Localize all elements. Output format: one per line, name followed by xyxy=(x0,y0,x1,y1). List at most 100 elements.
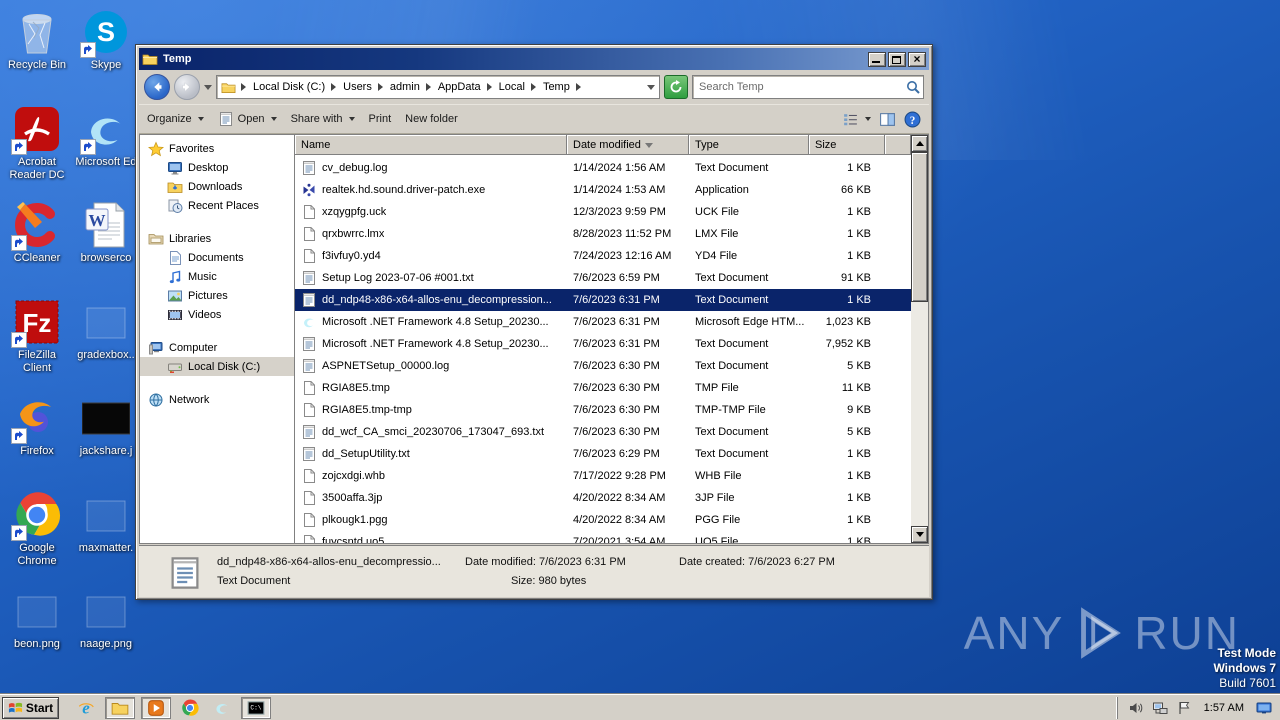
watermark-os: Windows 7 xyxy=(1213,661,1276,676)
network-icon[interactable] xyxy=(1152,700,1168,716)
breadcrumb-segment[interactable]: Local xyxy=(497,81,541,93)
search-input[interactable] xyxy=(699,81,905,93)
nav-item[interactable]: Documents xyxy=(140,248,294,267)
nav-item[interactable]: Recent Places xyxy=(140,196,294,215)
file-row[interactable]: dd_wcf_CA_smci_20230706_173047_693.txt 7… xyxy=(295,421,911,443)
file-row[interactable]: 3500affa.3jp 4/20/2022 8:34 AM 3JP File … xyxy=(295,487,911,509)
file-row[interactable]: plkougk1.pgg 4/20/2022 8:34 AM PGG File … xyxy=(295,509,911,531)
column-header-date-modified[interactable]: Date modified xyxy=(567,135,689,155)
taskbar-app-button[interactable] xyxy=(177,697,203,719)
file-row[interactable]: cv_debug.log 1/14/2024 1:56 AM Text Docu… xyxy=(295,157,911,179)
breadcrumb-segment[interactable]: admin xyxy=(388,81,436,93)
desktop-icon[interactable]: beon.png xyxy=(4,587,70,681)
action-center-flag-icon[interactable] xyxy=(1176,700,1192,716)
file-type: 3JP File xyxy=(689,492,809,504)
file-row[interactable]: xzqygpfg.uck 12/3/2023 9:59 PM UCK File … xyxy=(295,201,911,223)
scroll-down-button[interactable] xyxy=(911,526,928,543)
minimize-button[interactable] xyxy=(868,52,886,67)
shortcut-arrow-icon xyxy=(11,525,27,541)
back-button[interactable] xyxy=(144,74,170,100)
vertical-scrollbar[interactable] xyxy=(911,135,928,543)
nav-item[interactable]: Local Disk (C:) xyxy=(140,357,294,376)
title-bar[interactable]: Temp × xyxy=(139,48,929,70)
desktop-icon[interactable]: Skype xyxy=(73,8,139,102)
file-type: Text Document xyxy=(689,360,809,372)
nav-item[interactable]: Videos xyxy=(140,305,294,324)
views-button[interactable] xyxy=(842,111,871,128)
desktop-icon[interactable]: maxmatter. xyxy=(73,491,139,585)
forward-button[interactable] xyxy=(174,74,200,100)
file-row[interactable]: RGIA8E5.tmp-tmp 7/6/2023 6:30 PM TMP-TMP… xyxy=(295,399,911,421)
nav-item[interactable]: Favorites xyxy=(140,139,294,158)
preview-pane-button[interactable] xyxy=(879,111,896,128)
desktop-icon[interactable]: Recycle Bin xyxy=(4,8,70,102)
scroll-thumb[interactable] xyxy=(911,152,928,302)
start-button[interactable]: Start xyxy=(2,697,59,719)
nav-item[interactable]: Computer xyxy=(140,338,294,357)
share-with-button[interactable]: Share with xyxy=(291,113,355,125)
nav-item[interactable]: Music xyxy=(140,267,294,286)
desktop-icon[interactable]: browserco xyxy=(73,201,139,295)
close-button[interactable]: × xyxy=(908,52,926,67)
desktop-icon[interactable]: Firefox xyxy=(4,394,70,488)
nav-item[interactable]: Downloads xyxy=(140,177,294,196)
help-button[interactable] xyxy=(904,111,921,128)
nav-item[interactable]: Pictures xyxy=(140,286,294,305)
refresh-button[interactable] xyxy=(664,75,688,99)
desktop-icon[interactable]: Microsoft Ed xyxy=(73,105,139,199)
show-desktop-icon[interactable] xyxy=(1256,700,1272,716)
desktop-icon[interactable]: CCleaner xyxy=(4,201,70,295)
file-type: Text Document xyxy=(689,162,809,174)
taskbar-app-button[interactable] xyxy=(241,697,271,719)
desktop-icon[interactable]: jackshare.j xyxy=(73,394,139,488)
scroll-up-button[interactable] xyxy=(911,135,928,152)
file-row[interactable]: dd_ndp48-x86-x64-allos-enu_decompression… xyxy=(295,289,911,311)
file-row[interactable]: zojcxdgi.whb 7/17/2022 9:28 PM WHB File … xyxy=(295,465,911,487)
file-row[interactable]: RGIA8E5.tmp 7/6/2023 6:30 PM TMP File 11… xyxy=(295,377,911,399)
desktop-icon[interactable]: gradexbox.. xyxy=(73,298,139,392)
recent-pages-dropdown-icon[interactable] xyxy=(204,85,212,90)
search-box[interactable] xyxy=(692,75,924,99)
file-row[interactable]: Setup Log 2023-07-06 #001.txt 7/6/2023 6… xyxy=(295,267,911,289)
print-button[interactable]: Print xyxy=(369,113,392,125)
desktop-icon[interactable]: Acrobat Reader DC xyxy=(4,105,70,199)
taskbar-app-button[interactable] xyxy=(209,697,235,719)
breadcrumb-label: Users xyxy=(343,81,372,93)
file-row[interactable]: Microsoft .NET Framework 4.8 Setup_20230… xyxy=(295,311,911,333)
new-folder-button[interactable]: New folder xyxy=(405,113,458,125)
desktop-icon[interactable]: Google Chrome xyxy=(4,491,70,585)
column-header-size[interactable]: Size xyxy=(809,135,885,155)
breadcrumb-segment[interactable]: AppData xyxy=(436,81,497,93)
column-header-name[interactable]: Name xyxy=(295,135,567,155)
file-type: Text Document xyxy=(689,338,809,350)
volume-icon[interactable] xyxy=(1128,700,1144,716)
file-row[interactable]: realtek.hd.sound.driver-patch.exe 1/14/2… xyxy=(295,179,911,201)
nav-item[interactable]: Desktop xyxy=(140,158,294,177)
breadcrumb-segment[interactable]: Local Disk (C:) xyxy=(251,81,341,93)
column-header-type[interactable]: Type xyxy=(689,135,809,155)
clock[interactable]: 1:57 AM xyxy=(1204,702,1244,714)
file-row[interactable]: f3ivfuy0.yd4 7/24/2023 12:16 AM YD4 File… xyxy=(295,245,911,267)
maximize-button[interactable] xyxy=(888,52,906,67)
nav-item[interactable]: Network xyxy=(140,390,294,409)
file-row[interactable]: fuycsntd.uo5 7/20/2021 3:54 AM UO5 File … xyxy=(295,531,911,543)
file-row[interactable]: ASPNETSetup_00000.log 7/6/2023 6:30 PM T… xyxy=(295,355,911,377)
nav-item-label: Computer xyxy=(169,342,217,354)
breadcrumb-segment[interactable]: Temp xyxy=(541,81,586,93)
open-button[interactable]: Open xyxy=(218,111,277,127)
file-row[interactable]: qrxbwrrc.lmx 8/28/2023 11:52 PM LMX File… xyxy=(295,223,911,245)
desktop-icon[interactable]: naage.png xyxy=(73,587,139,681)
nav-item[interactable]: Libraries xyxy=(140,229,294,248)
desktop-icon[interactable]: FileZilla Client xyxy=(4,298,70,392)
nav-item-icon xyxy=(167,269,183,285)
address-dropdown-icon[interactable] xyxy=(647,85,655,90)
organize-button[interactable]: Organize xyxy=(147,113,204,125)
taskbar-app-button[interactable] xyxy=(73,697,99,719)
scroll-track[interactable] xyxy=(911,152,928,526)
taskbar-app-button[interactable] xyxy=(141,697,171,719)
taskbar-app-button[interactable] xyxy=(105,697,135,719)
breadcrumb-segment[interactable]: Users xyxy=(341,81,388,93)
file-row[interactable]: Microsoft .NET Framework 4.8 Setup_20230… xyxy=(295,333,911,355)
address-bar[interactable]: Local Disk (C:) Users admin AppD xyxy=(216,75,660,99)
file-row[interactable]: dd_SetupUtility.txt 7/6/2023 6:29 PM Tex… xyxy=(295,443,911,465)
